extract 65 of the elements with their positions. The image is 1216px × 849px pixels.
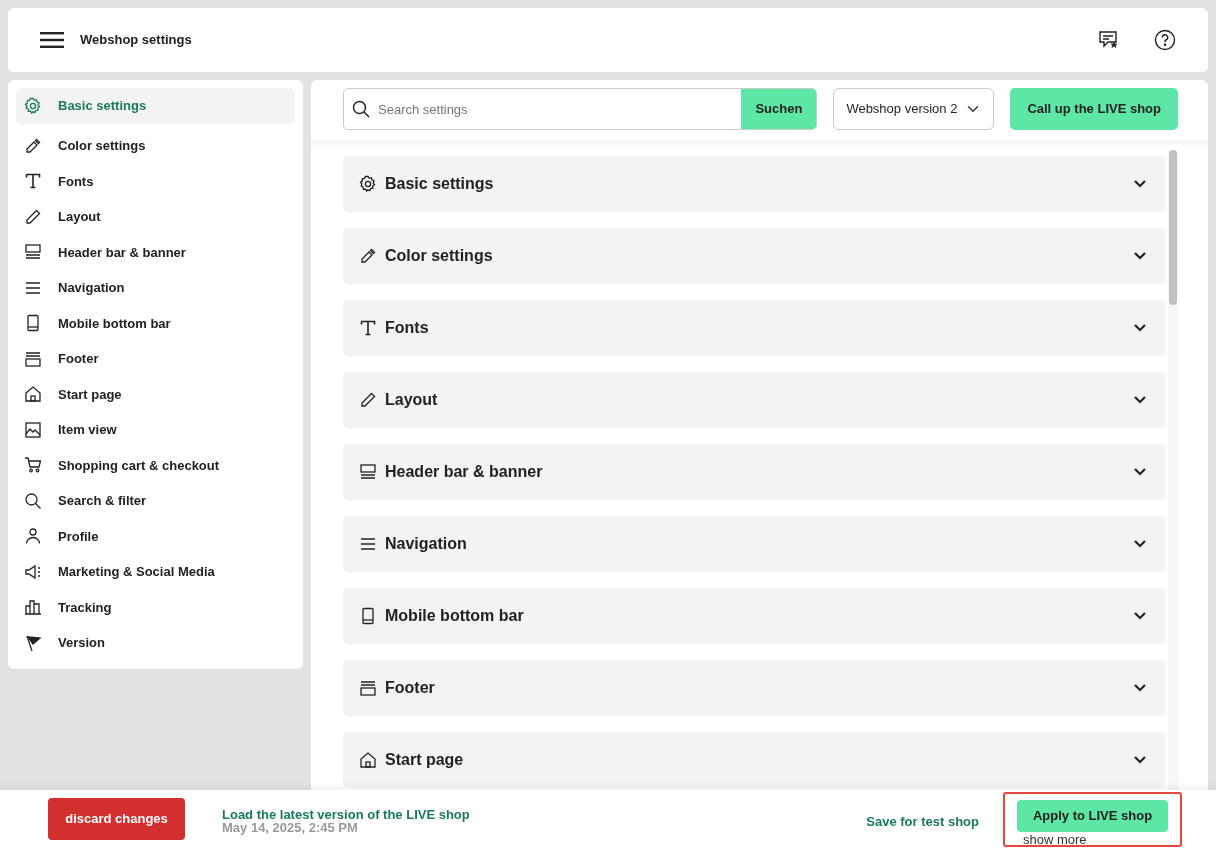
- phone-icon: [24, 314, 42, 333]
- pipette-icon: [359, 247, 377, 265]
- phone-icon: [359, 607, 377, 625]
- lines-icon: [359, 535, 377, 553]
- sidebar-item[interactable]: Mobile bottom bar: [16, 305, 295, 341]
- footer-layout-icon: [359, 679, 377, 697]
- gear-icon: [24, 97, 42, 115]
- accordion-header[interactable]: Mobile bottom bar: [343, 588, 1165, 644]
- person-icon: [24, 527, 42, 546]
- sidebar-item[interactable]: Profile: [16, 518, 295, 554]
- menu-icon[interactable]: [40, 32, 64, 48]
- sidebar-item[interactable]: Item view: [16, 412, 295, 448]
- accordion-header[interactable]: Fonts: [343, 300, 1165, 356]
- header-layout-icon: [24, 243, 42, 262]
- sidebar-item[interactable]: Version: [16, 625, 295, 661]
- accordion-header[interactable]: Footer: [343, 660, 1165, 716]
- scrollbar-thumb[interactable]: [1169, 150, 1177, 305]
- sidebar-item[interactable]: Color settings: [16, 128, 295, 164]
- cart-icon: [24, 456, 42, 475]
- house-icon: [359, 751, 377, 769]
- accordion-header[interactable]: Basic settings: [343, 156, 1165, 212]
- header-layout-icon: [359, 463, 377, 481]
- accordion-header[interactable]: Layout: [343, 372, 1165, 428]
- accordion-header[interactable]: Start page: [343, 732, 1165, 788]
- discard-button[interactable]: discard changes: [48, 798, 185, 840]
- sidebar-item[interactable]: Header bar & banner: [16, 234, 295, 270]
- letter-t-icon: [359, 319, 377, 337]
- sidebar-item[interactable]: Shopping cart & checkout: [16, 447, 295, 483]
- apply-live-button[interactable]: Apply to LIVE shop: [1017, 800, 1168, 832]
- bar-chart-icon: [24, 598, 42, 617]
- accordion-header[interactable]: Header bar & banner: [343, 444, 1165, 500]
- gear-icon: [359, 175, 377, 193]
- sidebar-item[interactable]: Navigation: [16, 270, 295, 306]
- sidebar-item[interactable]: Fonts: [16, 163, 295, 199]
- sidebar-item[interactable]: Tracking: [16, 589, 295, 625]
- search-field[interactable]: Search settings Suchen: [343, 88, 818, 130]
- sidebar-item[interactable]: Marketing & Social Media: [16, 554, 295, 590]
- accordion-header[interactable]: Color settings: [343, 228, 1165, 284]
- feedback-icon[interactable]: [1098, 30, 1120, 50]
- sidebar-item[interactable]: Layout: [16, 199, 295, 235]
- version-date: May 14, 2025, 2:45 PM: [222, 821, 359, 834]
- pipette-icon: [24, 136, 42, 155]
- search-icon: [24, 491, 42, 510]
- house-icon: [24, 385, 42, 404]
- sidebar-item[interactable]: Footer: [16, 341, 295, 377]
- save-test-shop-link[interactable]: Save for test shop: [866, 812, 979, 832]
- accordion-header[interactable]: Navigation: [343, 516, 1165, 572]
- image-icon: [24, 420, 42, 439]
- load-live-version-link[interactable]: Load the latest version of the LIVE shop: [222, 808, 470, 821]
- search-icon: [352, 100, 370, 118]
- sidebar-item[interactable]: Basic settings: [16, 88, 295, 124]
- help-icon[interactable]: [1154, 29, 1176, 51]
- version-select[interactable]: Webshop version 2: [833, 88, 995, 130]
- live-shop-button[interactable]: Call up the LIVE shop: [1010, 88, 1178, 130]
- flag-icon: [24, 633, 42, 652]
- show-more-text: show more: [1022, 832, 1088, 846]
- footer-layout-icon: [24, 349, 42, 368]
- search-button[interactable]: Suchen: [741, 89, 817, 129]
- page-title: Webshop settings: [80, 31, 192, 50]
- letter-t-icon: [24, 172, 42, 191]
- megaphone-icon: [24, 562, 42, 581]
- sidebar-item[interactable]: Start page: [16, 376, 295, 412]
- pencil-icon: [24, 207, 42, 226]
- sidebar-item[interactable]: Search & filter: [16, 483, 295, 519]
- pencil-icon: [359, 391, 377, 409]
